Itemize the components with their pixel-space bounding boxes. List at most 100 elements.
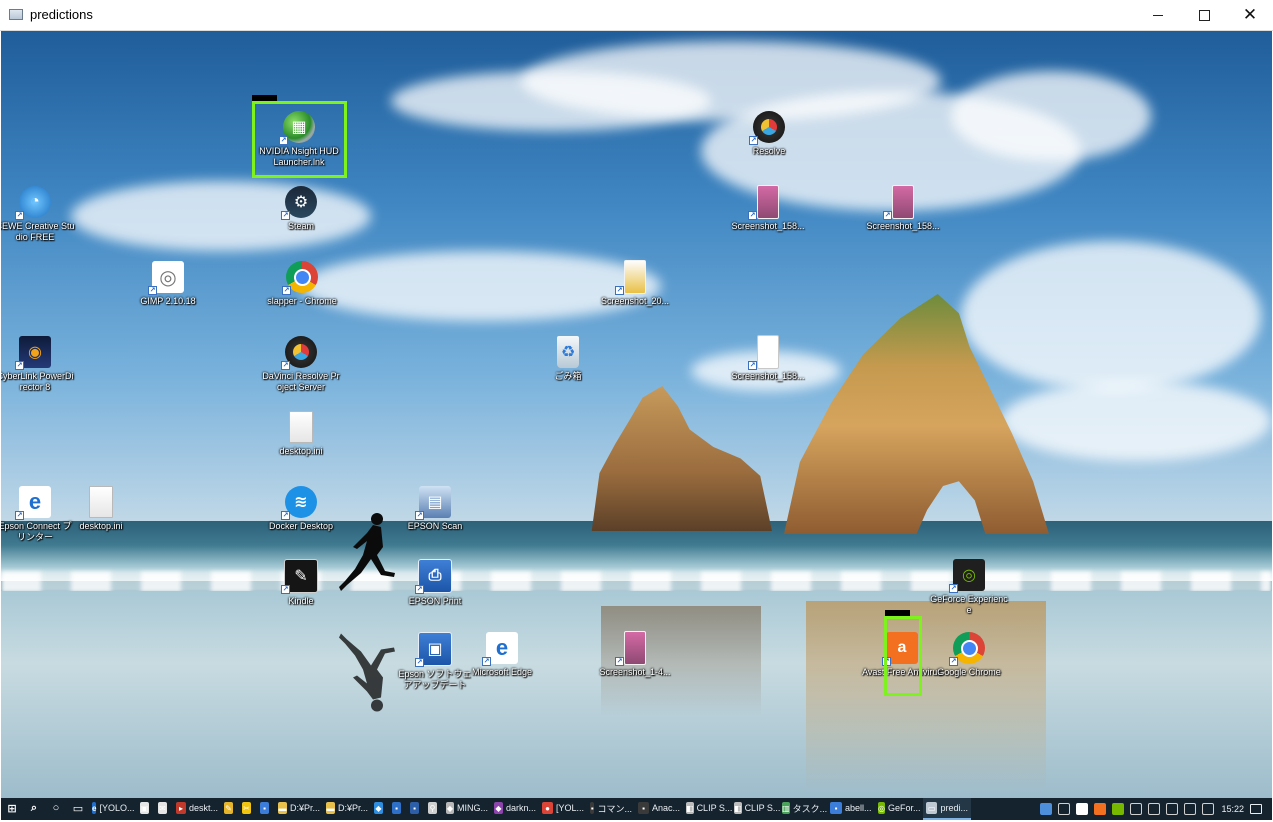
desktop-icon-geforce[interactable]: ◎ ↗ GeForce Experience <box>929 559 1009 616</box>
desktop-icon-epson-scan[interactable]: ▤ ↗ EPSON Scan <box>395 486 475 532</box>
clip-studio-icon: ◧ <box>686 802 694 814</box>
taskbar-item-folder[interactable]: ▬ D:¥Pr... <box>275 798 323 820</box>
taskbar-item-vscode[interactable]: ◆ <box>371 798 389 820</box>
desktop-icon-shot1[interactable]: ↗ Screenshot_158... <box>728 185 808 232</box>
taskbar-item-app[interactable]: ▪ <box>407 798 425 820</box>
desktop-icon-kindle[interactable]: ✎ ↗ Kindle <box>261 559 341 607</box>
desktop-icon-label: Steam <box>287 221 314 231</box>
taskbar-item-mail[interactable]: ✉ <box>155 798 173 820</box>
surf <box>1 571 1272 593</box>
taskbar-item-terminal[interactable]: ▸ deskt... <box>173 798 221 820</box>
arch-reflection <box>806 601 1046 791</box>
avast-tray-icon[interactable] <box>1094 803 1107 815</box>
desktop-icon-shot4[interactable]: ↗ Screenshot_158... <box>728 335 808 382</box>
maximize-button[interactable] <box>1181 0 1227 31</box>
desktop-icon-resolve[interactable]: ↗ Resolve <box>729 111 809 157</box>
taskbar-item-app[interactable]: ▪ abell... <box>827 798 875 820</box>
desktop-icon-label: ごみ箱 <box>554 371 582 381</box>
taskbar-item-snip[interactable]: ✂ <box>239 798 257 820</box>
screenshot-file-icon: ↗ <box>748 185 784 220</box>
speaker-icon[interactable] <box>1148 803 1161 815</box>
desktop-icon-docker[interactable]: ≋ ↗ Docker Desktop <box>261 486 341 532</box>
taskbar-item-window[interactable]: ▭ predi... <box>923 798 971 820</box>
taskbar-item-git[interactable]: ◆ MING... <box>443 798 491 820</box>
cmd-icon: ▪ <box>638 802 649 814</box>
taskbar-item-visual-studio[interactable]: ◆ darkn... <box>491 798 539 820</box>
shield-icon[interactable] <box>1058 803 1071 815</box>
shortcut-arrow-icon: ↗ <box>282 286 291 295</box>
desktop-icon-resolve-pm[interactable]: ↗ DaVinci Resolve Project Server <box>261 336 341 393</box>
app-window-icon <box>9 9 23 20</box>
chevron-up-icon[interactable] <box>1184 803 1197 815</box>
taskbar-item-paint[interactable]: ✎ <box>221 798 239 820</box>
mail-icon: ✉ <box>158 802 167 814</box>
taskbar-item-label: Anac... <box>651 803 680 813</box>
nvidia-tray-icon[interactable] <box>1112 803 1125 815</box>
desktop-icon-desktopini2[interactable]: desktop.ini <box>61 486 141 532</box>
notification-center-icon[interactable] <box>1250 804 1262 814</box>
desktop-icon-cewe[interactable]: ◔ ↗ CEWE Creative Studio FREE <box>1 186 75 243</box>
taskbar-item-label: predi... <box>940 803 968 813</box>
taskbar-item-label: darkn... <box>505 803 536 813</box>
desktop-icon-powerdirector[interactable]: ◉ ↗ CyberLink PowerDirector 8 <box>1 336 75 393</box>
desktop-icon-label: Screenshot_158... <box>731 221 805 231</box>
desktop-icon-recycle[interactable]: ♻ ごみ箱 <box>528 336 608 382</box>
taskbar-item-store[interactable]: ▣ <box>137 798 155 820</box>
desktop-icon-desktopini1[interactable]: desktop.ini <box>261 411 341 457</box>
desktop-icon-chrome[interactable]: ↗ Google Chrome <box>929 632 1009 678</box>
desktop-icon-label: Screenshot_1-4... <box>599 667 671 677</box>
desktop-icon-label: Screenshot_158... <box>866 221 940 231</box>
desktop-icon-edge[interactable]: e ↗ Microsoft Edge <box>462 632 542 678</box>
taskbar-item-app[interactable]: ▪ <box>389 798 407 820</box>
desktop-icon-label: GeForce Experience <box>930 594 1008 615</box>
desktop-icon-shot5[interactable]: ↗ Screenshot_1-4... <box>595 631 675 678</box>
settings-file-icon <box>285 411 317 443</box>
cortana-icon: ○ <box>52 802 60 814</box>
desktop-icon-chrome-slapper[interactable]: ↗ slapper - Chrome <box>262 261 342 307</box>
edge-icon: e ↗ <box>15 486 51 520</box>
onedrive-icon[interactable] <box>1076 803 1089 815</box>
desktop-icon-steam[interactable]: ⚙ ↗ Steam <box>261 186 341 232</box>
close-button[interactable]: ✕ <box>1227 0 1273 31</box>
taskbar-item-label: コマン... <box>597 803 632 814</box>
taskbar-item-task-manager[interactable]: ▥ タスク... <box>779 798 827 820</box>
desktop-icon-label: Docker Desktop <box>268 521 334 531</box>
taskbar-item-folder[interactable]: ▬ D:¥Pr... <box>323 798 371 820</box>
minimize-button[interactable] <box>1135 0 1181 31</box>
taskbar-item-cortana[interactable]: ○ <box>45 798 67 820</box>
desktop-icon-label: GIMP 2.10.18 <box>140 296 196 306</box>
clip-studio-icon: ◧ <box>734 802 742 814</box>
taskbar-item-person[interactable]: ⚲ <box>425 798 443 820</box>
desktop-icon-shot2[interactable]: ↗ Screenshot_158... <box>863 185 943 232</box>
taskbar-item-windows-start[interactable]: ⊞ <box>1 798 23 820</box>
volume-icon[interactable] <box>1166 803 1179 815</box>
kindle-icon: ✎ ↗ <box>281 559 318 594</box>
screenshot-file-icon: ↗ <box>883 185 919 220</box>
taskbar-item-app[interactable]: ▪ <box>257 798 275 820</box>
taskbar-item-clip-studio[interactable]: ◧ CLIP S... <box>683 798 732 820</box>
dropbox-icon[interactable] <box>1040 803 1053 815</box>
taskbar-item-search[interactable]: ⌕ <box>23 798 45 820</box>
desktop-icon-epson-print[interactable]: ⎙ ↗ EPSON Print <box>395 559 475 607</box>
taskbar-item-task-view[interactable]: ▭ <box>67 798 89 820</box>
desktop-icon-label: Resolve <box>752 146 786 156</box>
taskbar-item-cmd[interactable]: ▪ Anac... <box>635 798 683 820</box>
ime-icon[interactable] <box>1202 803 1215 815</box>
taskbar-item-geforce[interactable]: ◎ GeFor... <box>875 798 923 820</box>
folder-icon: ▬ <box>278 802 287 814</box>
taskbar-item-cmd[interactable]: ▪ コマン... <box>587 798 635 820</box>
gimp-icon: ◎ ↗ <box>148 261 184 295</box>
network-icon[interactable] <box>1130 803 1143 815</box>
taskbar-item-edge[interactable]: e [YOLO... <box>89 798 137 820</box>
screenshot-file-icon: ↗ <box>615 260 651 295</box>
visual-studio-icon: ◆ <box>494 802 503 814</box>
app-icon: ▪ <box>260 802 269 814</box>
desktop-icon-gimp[interactable]: ◎ ↗ GIMP 2.10.18 <box>128 261 208 307</box>
folder-icon: ▬ <box>326 802 335 814</box>
clock[interactable]: 15:22 <box>1221 804 1244 814</box>
chrome-icon: ↗ <box>949 632 985 666</box>
taskbar-item-chrome[interactable]: ● [YOL... <box>539 798 587 820</box>
taskbar-item-clip-studio[interactable]: ◧ CLIP S... <box>731 798 780 820</box>
shortcut-arrow-icon: ↗ <box>281 585 290 594</box>
desktop-icon-shot3[interactable]: ↗ Screenshot_20... <box>595 260 675 307</box>
